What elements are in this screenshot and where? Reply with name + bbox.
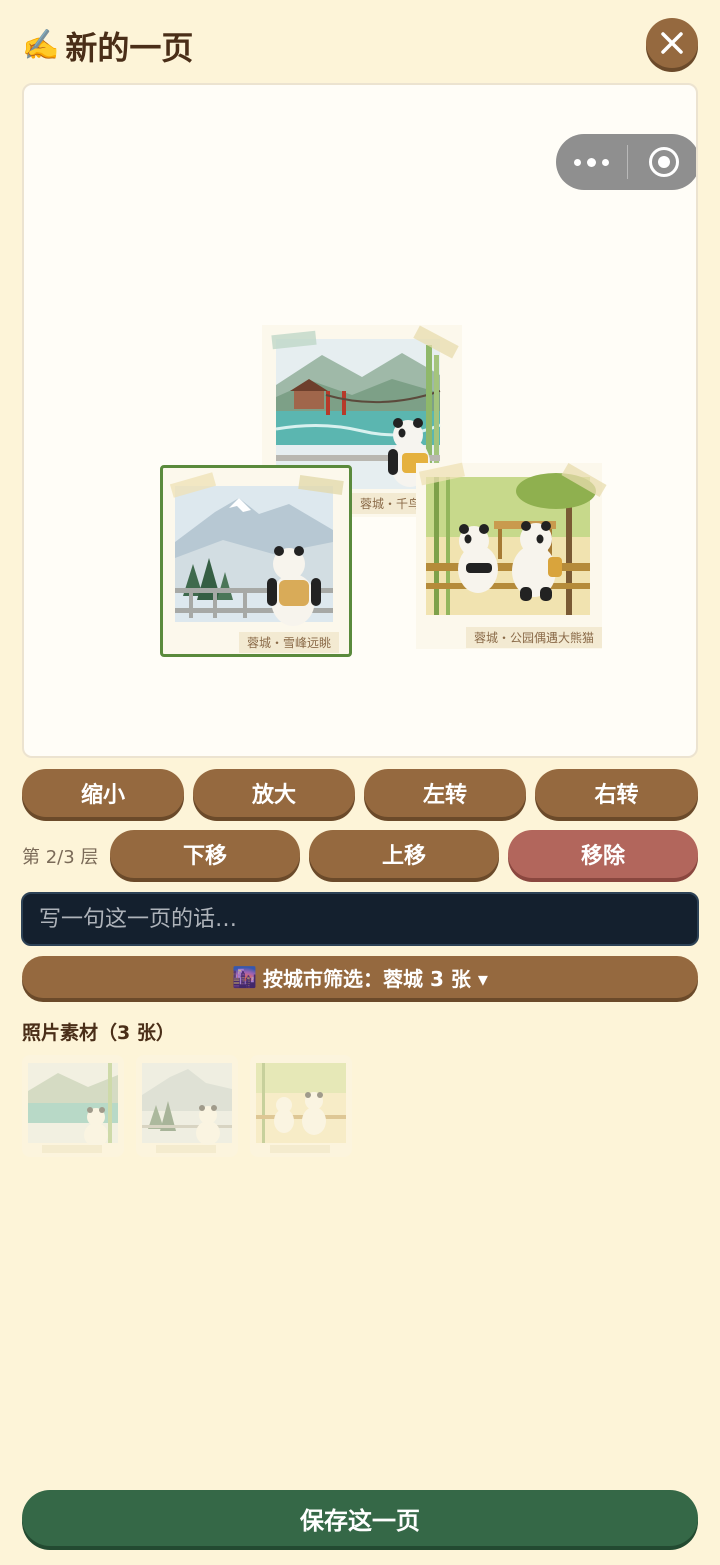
page-canvas[interactable]: 蓉城・千鸟 蓉城・公园偶遇大熊猫 蓉城・雪峰远眺 <box>22 83 698 758</box>
move-down-button[interactable]: 下移 <box>110 830 300 878</box>
move-up-button[interactable]: 上移 <box>309 830 499 878</box>
page-header: ✍️ 新的一页 <box>22 18 698 72</box>
page-title: 新的一页 <box>65 29 194 67</box>
snow-thumb-image <box>136 1055 238 1157</box>
material-thumb[interactable] <box>136 1055 238 1157</box>
river-thumb-image <box>22 1055 124 1157</box>
bamboo-thumb-image <box>250 1055 352 1157</box>
city-filter-button[interactable]: 🌆 按城市筛选：蓉城 3 张 ▾ <box>22 956 698 998</box>
photo-card-bamboo-park[interactable]: 蓉城・公园偶遇大熊猫 <box>416 462 607 649</box>
record-target-icon[interactable] <box>628 147 696 177</box>
close-button[interactable] <box>646 18 698 68</box>
material-thumb[interactable] <box>250 1055 352 1157</box>
city-icon: 🌆 <box>232 965 258 989</box>
photo-card-snow-mountain[interactable]: 蓉城・雪峰远眺 <box>160 465 352 657</box>
material-thumb[interactable] <box>22 1055 124 1157</box>
bamboo-park-pandas-image <box>426 473 596 615</box>
layer-indicator: 第 2/3 层 <box>22 847 99 868</box>
enlarge-button[interactable]: 放大 <box>193 769 355 817</box>
more-dots-icon[interactable] <box>556 157 627 167</box>
remove-button[interactable]: 移除 <box>508 830 698 878</box>
mini-program-capsule <box>556 134 696 190</box>
close-icon <box>661 32 683 54</box>
materials-title: 照片素材（3 张） <box>22 1022 175 1044</box>
page-caption-input[interactable] <box>21 892 699 946</box>
city-filter-label: 按城市筛选：蓉城 3 张 ▾ <box>263 966 488 991</box>
writing-hand-icon: ✍️ <box>22 28 60 63</box>
photo-caption: 蓉城・公园偶遇大熊猫 <box>466 627 603 648</box>
photo-caption: 蓉城・雪峰远眺 <box>239 632 340 653</box>
rotate-left-button[interactable]: 左转 <box>364 769 526 817</box>
save-page-button[interactable]: 保存这一页 <box>22 1490 698 1546</box>
shrink-button[interactable]: 缩小 <box>22 769 184 817</box>
rotate-right-button[interactable]: 右转 <box>535 769 698 817</box>
